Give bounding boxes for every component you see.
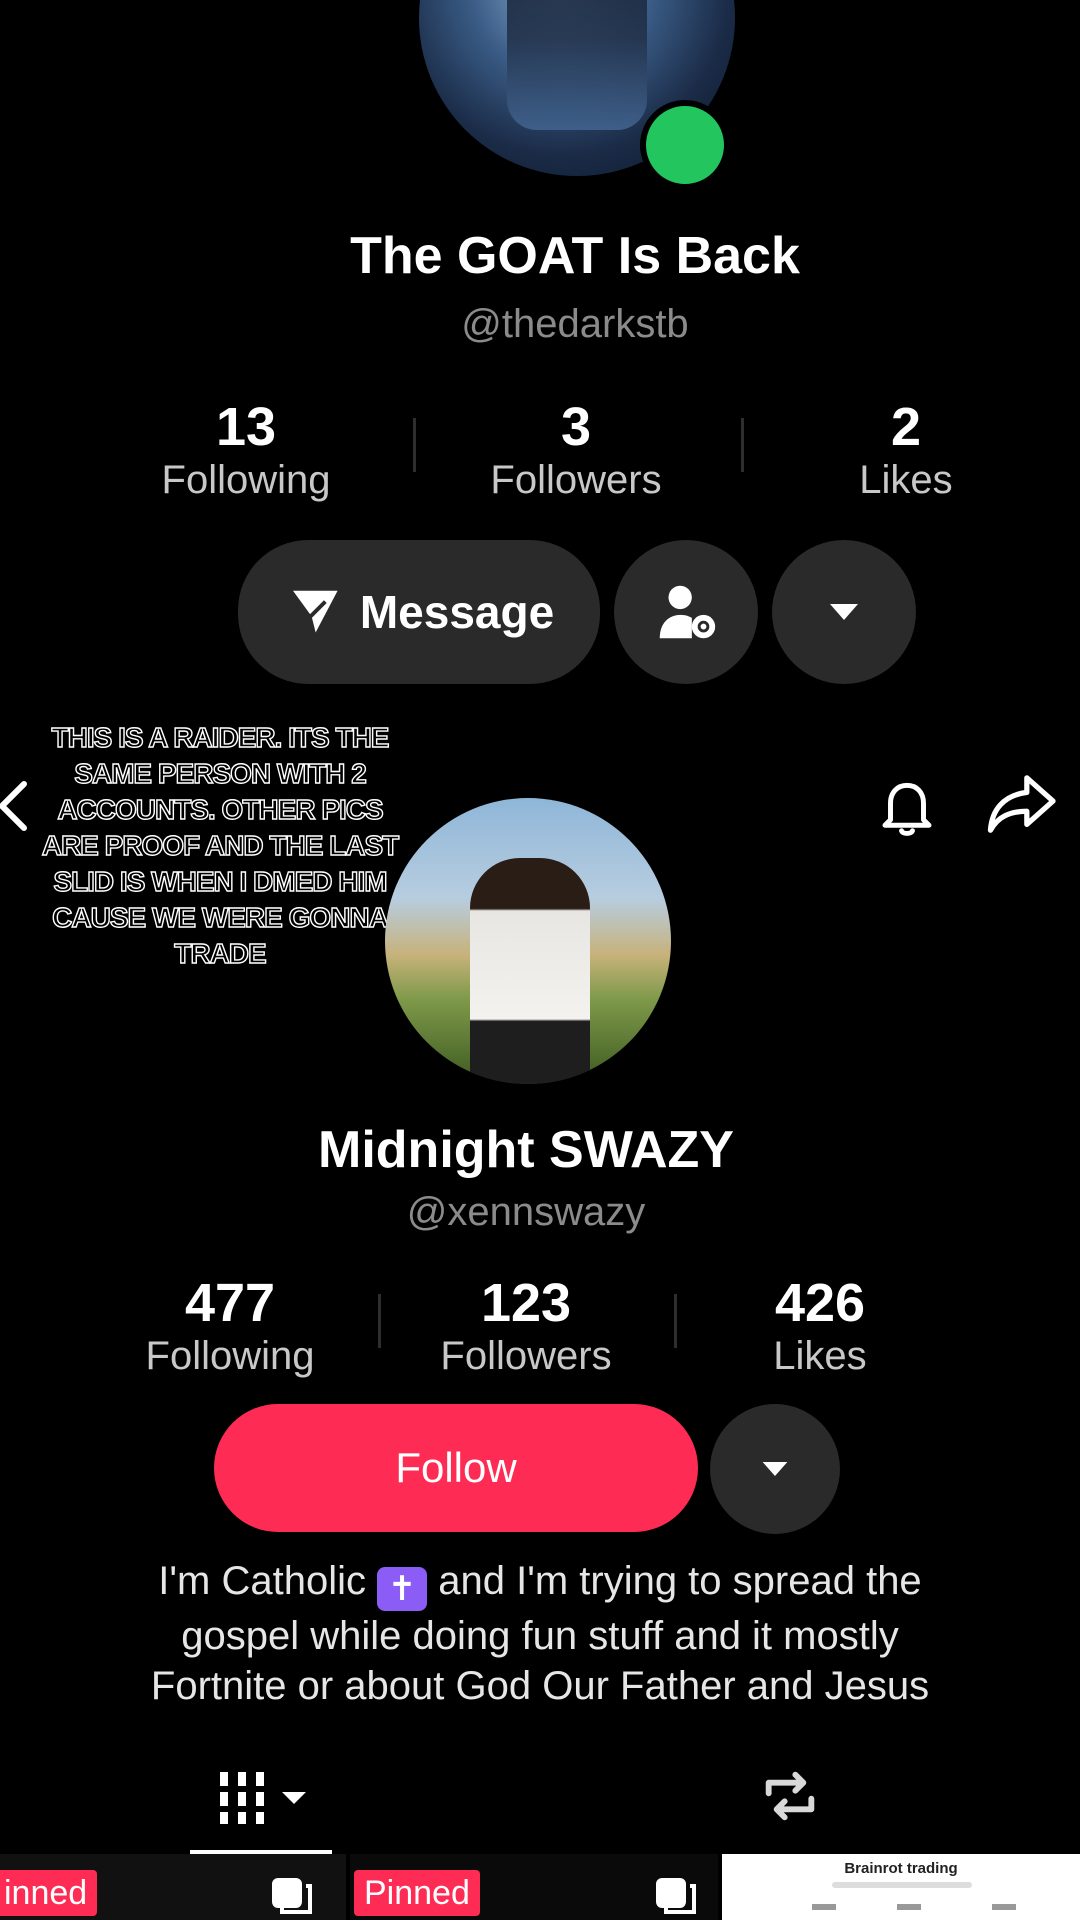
profile-avatar[interactable] bbox=[385, 798, 671, 1084]
follow-button[interactable]: Follow bbox=[214, 1404, 698, 1532]
send-icon bbox=[284, 581, 346, 643]
stat-divider bbox=[413, 418, 416, 472]
grid-lines-icon bbox=[218, 1770, 314, 1826]
stat-followers[interactable]: 123 Followers bbox=[406, 1272, 646, 1379]
video-thumbnail[interactable]: Pinned bbox=[350, 1854, 718, 1920]
video-thumbnail[interactable]: inned bbox=[0, 1854, 346, 1920]
more-dropdown-button[interactable] bbox=[710, 1404, 840, 1534]
stat-divider bbox=[674, 1294, 677, 1348]
top-stat-following[interactable]: 13 Following bbox=[126, 396, 366, 503]
raider-caption-overlay: THIS IS A RAIDER. ITS THE SAME PERSON WI… bbox=[41, 721, 400, 969]
user-gear-icon bbox=[651, 577, 721, 647]
pinned-badge: Pinned bbox=[354, 1870, 480, 1916]
bio-line: Fortnite or about God Our Father and Jes… bbox=[150, 1664, 930, 1708]
bell-icon[interactable] bbox=[874, 772, 940, 845]
stat-divider bbox=[378, 1294, 381, 1348]
top-profile-handle: @thedarkstb bbox=[461, 302, 689, 346]
multi-photo-icon bbox=[654, 1876, 698, 1920]
caret-down-icon bbox=[827, 601, 861, 623]
bio-line: gospel while doing fun stuff and it most… bbox=[181, 1614, 899, 1658]
bio-line: I'm Catholic ✝ and I'm trying to spread … bbox=[90, 1556, 990, 1611]
reposts-tab[interactable] bbox=[756, 1764, 824, 1833]
stat-likes[interactable]: 426 Likes bbox=[700, 1272, 940, 1379]
video-thumbnail[interactable]: Brainrot trading bbox=[722, 1854, 1080, 1920]
videos-grid-tab[interactable] bbox=[218, 1770, 314, 1831]
profile-settings-button[interactable] bbox=[614, 540, 758, 684]
message-label: Message bbox=[359, 586, 555, 638]
online-status-dot bbox=[640, 100, 730, 190]
share-icon[interactable] bbox=[986, 772, 1056, 841]
latin-cross-emoji-icon: ✝ bbox=[377, 1567, 428, 1611]
pinned-badge: inned bbox=[0, 1870, 98, 1916]
repost-icon bbox=[756, 1764, 824, 1828]
profile-name: Midnight SWAZY bbox=[318, 1121, 734, 1179]
top-stat-followers[interactable]: 3 Followers bbox=[456, 396, 696, 503]
caret-down-icon bbox=[760, 1459, 790, 1479]
stat-divider bbox=[741, 418, 744, 472]
thumbnail-title: Brainrot trading bbox=[844, 1860, 958, 1877]
profile-handle: @xennswazy bbox=[406, 1190, 646, 1234]
stat-following[interactable]: 477 Following bbox=[110, 1272, 350, 1379]
message-button[interactable]: Message bbox=[238, 540, 600, 684]
back-chevron-icon[interactable] bbox=[0, 778, 30, 839]
top-stat-likes[interactable]: 2 Likes bbox=[786, 396, 1026, 503]
profile-bio: I'm Catholic ✝ and I'm trying to spread … bbox=[90, 1556, 990, 1711]
top-profile-name: The GOAT Is Back bbox=[350, 227, 800, 285]
more-dropdown-button[interactable] bbox=[772, 540, 916, 684]
multi-photo-icon bbox=[270, 1876, 314, 1920]
